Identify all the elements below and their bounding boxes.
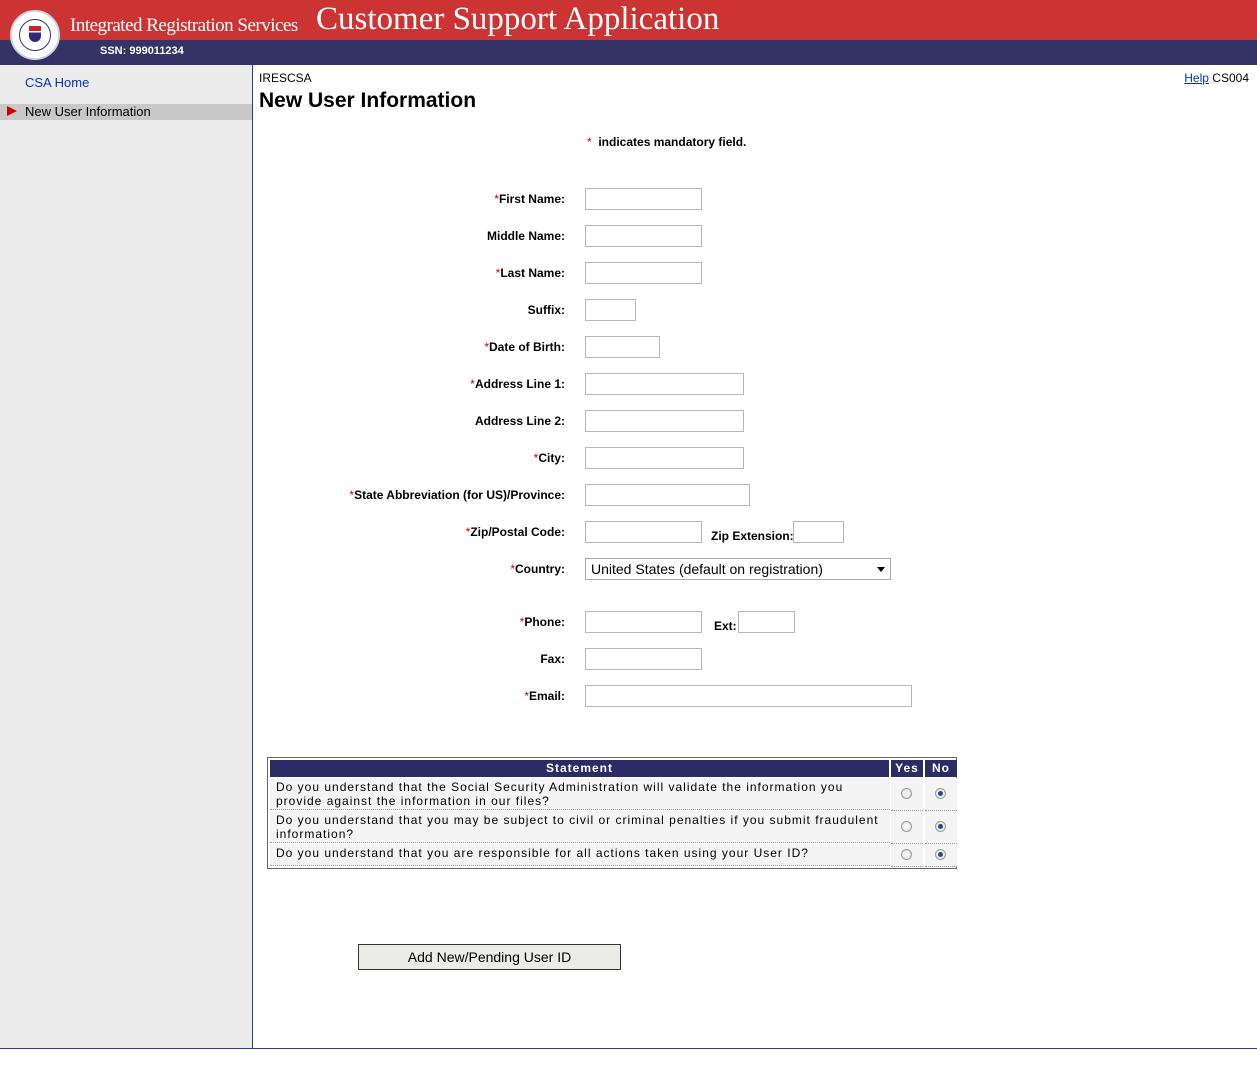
zip-field[interactable] — [585, 521, 702, 543]
statement-3-yes-radio[interactable] — [901, 849, 912, 860]
address-line-1-label: *Address Line 1: — [470, 377, 565, 391]
state-label: *State Abbreviation (for US)/Province: — [349, 488, 565, 502]
last-name-field[interactable] — [585, 262, 702, 284]
phone-label: *Phone: — [519, 615, 565, 629]
statement-text: Do you understand that you may be subjec… — [270, 811, 890, 843]
first-name-label: *First Name: — [494, 192, 565, 206]
suffix-label: Suffix: — [527, 303, 565, 317]
zip-label: *Zip/Postal Code: — [465, 525, 565, 539]
mandatory-note: * indicates mandatory field. — [587, 135, 746, 149]
country-select[interactable]: United States (default on registration) — [585, 558, 891, 580]
ssa-seal-icon — [10, 10, 60, 60]
breadcrumb: IRESCSA — [259, 71, 312, 85]
last-name-label: *Last Name: — [495, 266, 565, 280]
suffix-field[interactable] — [585, 299, 636, 321]
statement-2-yes-radio[interactable] — [901, 821, 912, 832]
brand-title: Integrated Registration Services — [70, 15, 298, 36]
add-new-pending-user-id-button[interactable]: Add New/Pending User ID — [358, 944, 621, 970]
app-title: Customer Support Application — [316, 1, 720, 37]
statement-1-no-cell — [925, 778, 957, 811]
zip-extension-label: Zip Extension: — [711, 529, 794, 543]
fax-label: Fax: — [540, 652, 565, 666]
statement-2-no-radio[interactable] — [935, 821, 946, 832]
statement-text: Do you understand that the Social Securi… — [270, 778, 890, 810]
sidebar-item-new-user-information[interactable]: New User Information — [0, 104, 252, 120]
statement-row: Do you understand that the Social Securi… — [270, 778, 957, 811]
statement-row: Do you understand that you may be subjec… — [270, 811, 957, 844]
yes-header: Yes — [891, 760, 923, 777]
country-selected-value: United States (default on registration) — [591, 561, 823, 577]
middle-name-field[interactable] — [585, 225, 702, 247]
statements-table: Statement Yes No Do you understand that … — [267, 757, 957, 869]
help-area: Help CS004 — [1184, 71, 1249, 85]
first-name-field[interactable] — [585, 188, 702, 210]
dob-field[interactable] — [585, 336, 660, 358]
statement-3-no-cell — [925, 844, 957, 867]
ssn-label: SSN: 999011234 — [100, 45, 184, 57]
statement-2-no-cell — [925, 811, 957, 844]
help-link[interactable]: Help — [1184, 71, 1209, 85]
required-star: * — [587, 135, 592, 149]
footer-divider — [0, 1048, 1257, 1049]
country-label: *Country: — [510, 562, 565, 576]
statement-3-no-radio[interactable] — [935, 849, 946, 860]
header-subbar — [0, 40, 1257, 65]
chevron-down-icon — [877, 567, 885, 572]
mandatory-note-text: indicates mandatory field. — [598, 135, 747, 149]
city-field[interactable] — [585, 447, 744, 469]
page-title: New User Information — [259, 89, 477, 112]
phone-ext-label: Ext: — [714, 619, 737, 633]
statement-text: Do you understand that you are responsib… — [270, 844, 890, 866]
zip-extension-field[interactable] — [793, 521, 844, 543]
statement-header: Statement — [270, 760, 889, 777]
phone-ext-field[interactable] — [738, 611, 795, 633]
arrow-right-icon — [7, 106, 17, 116]
email-label: *Email: — [524, 689, 565, 703]
sidebar: CSA Home New User Information — [0, 65, 253, 1049]
statement-3-yes-cell — [891, 844, 923, 867]
statement-1-no-radio[interactable] — [935, 788, 946, 799]
middle-name-label: Middle Name: — [486, 229, 565, 243]
statement-2-yes-cell — [891, 811, 923, 844]
email-field[interactable] — [585, 685, 912, 707]
state-field[interactable] — [585, 484, 750, 506]
dob-label: *Date of Birth: — [484, 340, 565, 354]
screen-id: CS004 — [1212, 71, 1249, 85]
address-line-2-field[interactable] — [585, 410, 744, 432]
sidebar-item-label: New User Information — [25, 104, 151, 119]
statement-row: Do you understand that you are responsib… — [270, 844, 957, 867]
phone-field[interactable] — [585, 611, 702, 633]
address-line-1-field[interactable] — [585, 373, 744, 395]
statement-1-yes-radio[interactable] — [901, 788, 912, 799]
address-line-2-label: Address Line 2: — [474, 414, 565, 428]
city-label: *City: — [533, 451, 565, 465]
statement-1-yes-cell — [891, 778, 923, 811]
no-header: No — [925, 760, 957, 777]
sidebar-item-csa-home[interactable]: CSA Home — [25, 75, 89, 90]
fax-field[interactable] — [585, 648, 702, 670]
